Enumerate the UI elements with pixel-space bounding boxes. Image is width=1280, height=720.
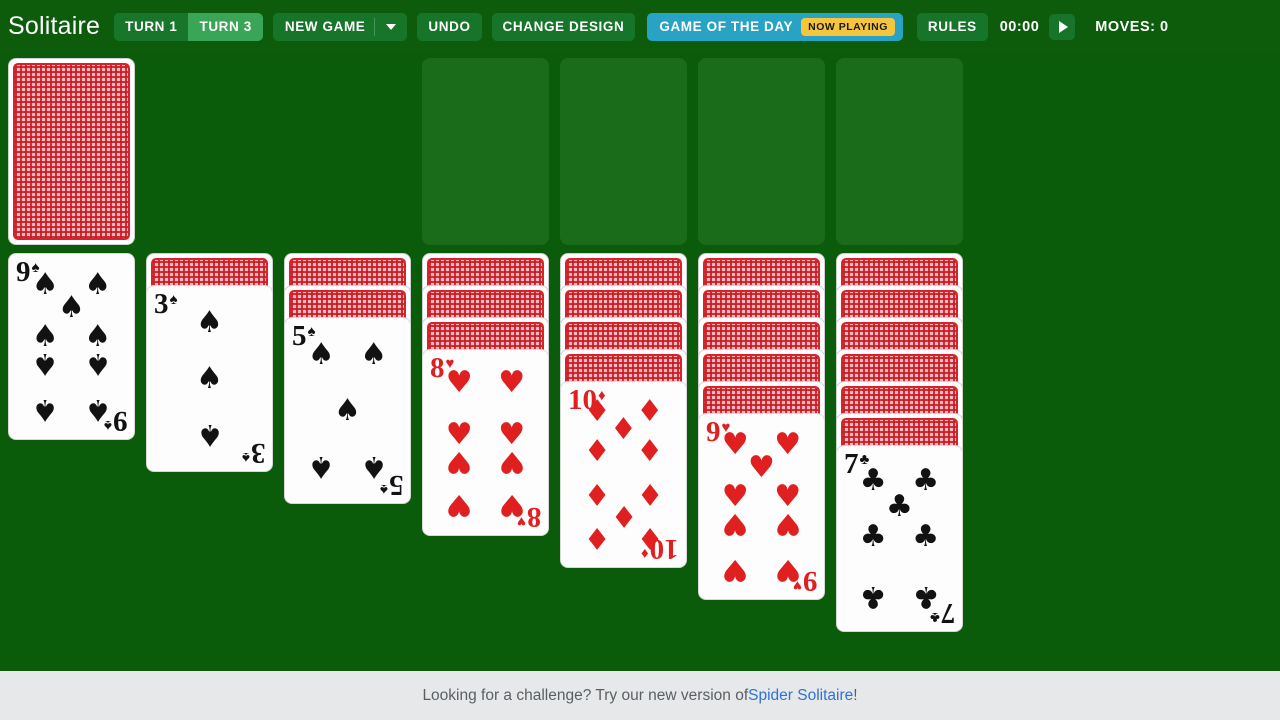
pip-clubs: ♣ [912,578,940,614]
card-pips: ♣ ♣ ♣ ♣ ♣ ♣ ♣ [837,446,962,631]
pip-clubs: ♣ [859,463,887,499]
game-board: 9 ♠ 9 ♠ ♠ ♠ ♠ ♠ ♠ ♠ ♠ ♠ ♠ 3 ♠ 3 ♠ ♠ ♠ ♠ 5 ♠ 5 ♠ ♠ ♠ ♠ ♠ ♠ 8 ♥ 8 ♥ ♥ ♥ ♥ ♥ ♥ ♥ ♥… [0,53,1280,668]
pip-hearts: ♥ [498,444,526,479]
game-of-the-day-label: GAME OF THE DAY [659,19,794,34]
rules-button[interactable]: RULES [916,12,988,41]
card-back-pattern [13,63,130,240]
pip-spades: ♠ [84,392,112,428]
card-pips: ♥ ♥ ♥ ♥ ♥ ♥ ♥ ♥ ♥ [699,414,824,599]
chevron-down-icon[interactable] [375,23,407,30]
card-pips: ♠ ♠ ♠ ♠ ♠ ♠ ♠ ♠ ♠ [9,254,134,439]
pip-spades: ♠ [31,392,59,428]
pip-clubs: ♣ [859,578,887,614]
card-face-up[interactable]: 7 ♣ 7 ♣ ♣ ♣ ♣ ♣ ♣ ♣ ♣ [836,445,963,632]
pip-spades: ♠ [84,267,112,303]
pip-spades: ♠ [196,417,223,452]
footer-text-after: ! [853,686,858,704]
card-face-up[interactable]: 10 ♦ 10 ♦ ♦ ♦ ♦ ♦ ♦ ♦ ♦ ♦ ♦ ♦ [560,381,687,568]
foundation-slot-clubs[interactable] [836,58,963,245]
new-game-label: NEW GAME [284,19,366,34]
pip-spades: ♠ [334,392,361,428]
turn-3-button[interactable]: TURN 3 [188,12,263,41]
pip-clubs: ♣ [859,518,887,554]
pip-diamonds: ♦ [636,393,664,429]
pip-hearts: ♥ [721,506,749,542]
pip-hearts: ♥ [445,365,473,401]
pip-diamonds: ♦ [583,476,611,511]
pip-spades: ♠ [196,305,223,340]
pip-hearts: ♥ [498,486,526,522]
card-face-up[interactable]: 8 ♥ 8 ♥ ♥ ♥ ♥ ♥ ♥ ♥ ♥ ♥ [422,349,549,536]
app-title: Solitaire [8,12,101,40]
card-pips: ♥ ♥ ♥ ♥ ♥ ♥ ♥ ♥ [423,350,548,535]
pip-hearts: ♥ [498,365,526,401]
pip-hearts: ♥ [445,486,473,522]
card-pips: ♠ ♠ ♠ ♠ ♠ [285,318,410,503]
timer-display: 00:00 [999,18,1040,35]
now-playing-badge: NOW PLAYING [801,17,895,36]
pip-spades: ♠ [307,337,335,372]
pip-diamonds: ♦ [610,498,637,534]
pip-spades: ♠ [58,289,85,325]
spider-solitaire-link[interactable]: Spider Solitaire [748,687,853,705]
turn-1-button[interactable]: TURN 1 [114,12,189,41]
footer-text-before: Looking for a challenge? Try our new ver… [422,686,749,704]
foundation-slot-hearts[interactable] [560,58,687,245]
foundation-slot-spades[interactable] [422,58,549,245]
turn-mode-group: TURN 1 TURN 3 [114,12,263,41]
pip-hearts: ♥ [774,506,802,542]
pip-spades: ♠ [196,360,223,396]
stock-pile-card[interactable] [8,58,135,245]
card-face-up[interactable]: 3 ♠ 3 ♠ ♠ ♠ ♠ [146,285,273,472]
card-pips: ♠ ♠ ♠ [147,286,272,471]
pip-diamonds: ♦ [583,393,611,429]
pip-diamonds: ♦ [636,476,664,511]
pip-spades: ♠ [360,449,388,484]
pip-spades: ♠ [84,346,112,382]
card-face-up[interactable]: 9 ♠ 9 ♠ ♠ ♠ ♠ ♠ ♠ ♠ ♠ ♠ ♠ [8,253,135,440]
pip-spades: ♠ [307,449,335,484]
pip-hearts: ♥ [774,552,802,588]
pip-diamonds: ♦ [583,434,611,470]
pip-clubs: ♣ [912,463,940,499]
moves-counter: MOVES: 0 [1095,18,1169,35]
pip-diamonds: ♦ [636,520,664,556]
footer-banner: Looking for a challenge? Try our new ver… [0,668,1280,720]
card-pips: ♦ ♦ ♦ ♦ ♦ ♦ ♦ ♦ ♦ ♦ [561,382,686,567]
change-design-button[interactable]: CHANGE DESIGN [491,12,636,41]
game-of-the-day-button[interactable]: GAME OF THE DAY NOW PLAYING [647,12,903,41]
foundation-slot-diamonds[interactable] [698,58,825,245]
pip-clubs: ♣ [886,489,913,525]
undo-button[interactable]: UNDO [417,12,482,41]
pip-hearts: ♥ [748,449,775,485]
pip-spades: ♠ [31,346,59,382]
pip-hearts: ♥ [721,552,749,588]
pip-spades: ♠ [360,337,388,372]
pip-clubs: ♣ [912,518,940,554]
pip-diamonds: ♦ [636,434,664,470]
pip-hearts: ♥ [445,444,473,479]
pip-spades: ♠ [31,267,59,303]
new-game-button[interactable]: NEW GAME [272,12,408,41]
pip-hearts: ♥ [774,427,802,463]
play-icon[interactable] [1049,13,1076,40]
pip-diamonds: ♦ [583,520,611,556]
card-face-up[interactable]: 9 ♥ 9 ♥ ♥ ♥ ♥ ♥ ♥ ♥ ♥ ♥ ♥ [698,413,825,600]
pip-diamonds: ♦ [610,412,637,448]
card-face-up[interactable]: 5 ♠ 5 ♠ ♠ ♠ ♠ ♠ ♠ [284,317,411,504]
pip-hearts: ♥ [721,427,749,463]
top-toolbar: Solitaire TURN 1 TURN 3 NEW GAME UNDO CH… [0,0,1280,53]
